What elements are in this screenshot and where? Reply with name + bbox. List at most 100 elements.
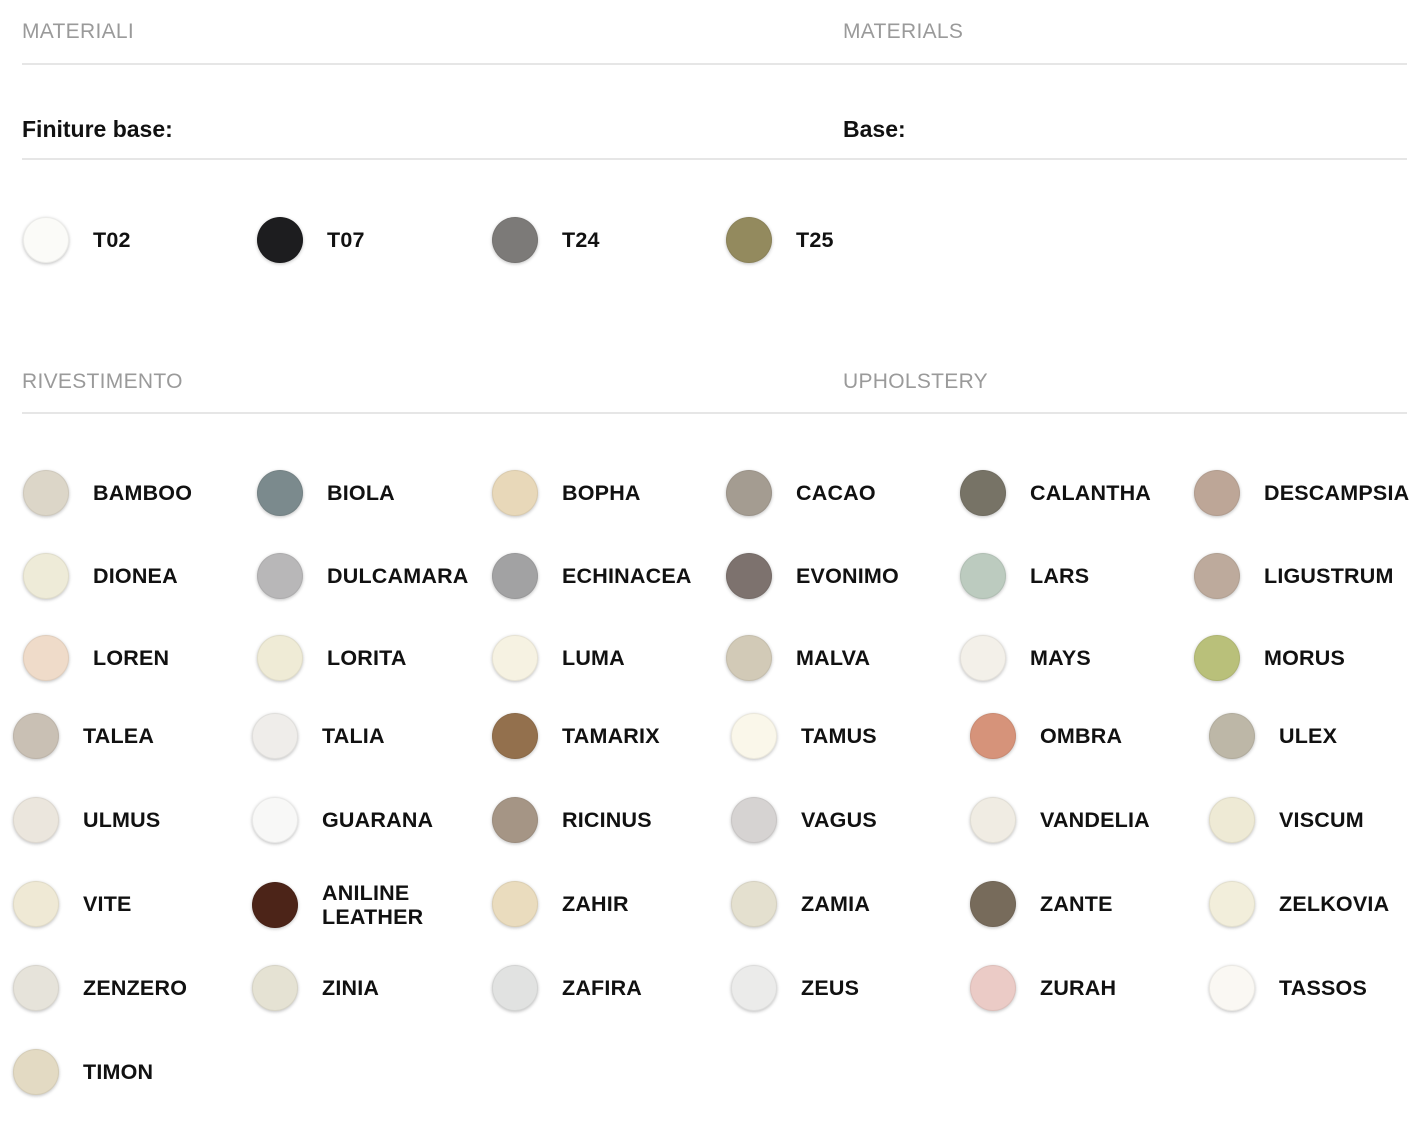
swatch-label: VAGUS: [801, 808, 877, 832]
swatch-label: MAYS: [1030, 646, 1091, 670]
swatch-zenzero[interactable]: ZENZERO: [13, 965, 187, 1011]
swatch-label: LIGUSTRUM: [1264, 564, 1394, 588]
color-swatch-icon: [970, 713, 1016, 759]
swatch-descampsia[interactable]: DESCAMPSIA: [1194, 470, 1409, 516]
swatch-viscum[interactable]: VISCUM: [1209, 797, 1364, 843]
swatch-label: LOREN: [93, 646, 170, 670]
color-swatch-icon: [970, 965, 1016, 1011]
swatch-label: MORUS: [1264, 646, 1346, 670]
swatch-label: T07: [327, 228, 365, 252]
swatch-label: ZAMIA: [801, 892, 871, 916]
swatch-t25[interactable]: T25: [726, 217, 834, 263]
swatch-lars[interactable]: LARS: [960, 553, 1089, 599]
color-swatch-icon: [960, 635, 1006, 681]
swatch-guarana[interactable]: GUARANA: [252, 797, 433, 843]
swatch-label: T24: [562, 228, 600, 252]
swatch-t24[interactable]: T24: [492, 217, 600, 263]
swatch-label: VITE: [83, 892, 132, 916]
color-swatch-icon: [252, 882, 298, 928]
swatch-ulex[interactable]: ULEX: [1209, 713, 1337, 759]
swatch-luma[interactable]: LUMA: [492, 635, 625, 681]
color-swatch-icon: [726, 217, 772, 263]
swatch-vandelia[interactable]: VANDELIA: [970, 797, 1150, 843]
swatch-label: TALIA: [322, 724, 385, 748]
color-swatch-icon: [726, 635, 772, 681]
swatch-zinia[interactable]: ZINIA: [252, 965, 379, 1011]
swatch-malva[interactable]: MALVA: [726, 635, 870, 681]
swatch-label: VISCUM: [1279, 808, 1364, 832]
color-swatch-icon: [731, 797, 777, 843]
materials-title-it: MATERIALI: [22, 20, 134, 43]
swatch-label: TIMON: [83, 1060, 154, 1084]
swatch-zafira[interactable]: ZAFIRA: [492, 965, 642, 1011]
swatch-morus[interactable]: MORUS: [1194, 635, 1345, 681]
color-swatch-icon: [13, 713, 59, 759]
swatch-evonimo[interactable]: EVONIMO: [726, 553, 899, 599]
swatch-cacao[interactable]: CACAO: [726, 470, 876, 516]
swatch-ulmus[interactable]: ULMUS: [13, 797, 160, 843]
swatch-zamia[interactable]: ZAMIA: [731, 881, 870, 927]
swatch-tassos[interactable]: TASSOS: [1209, 965, 1367, 1011]
swatch-zahir[interactable]: ZAHIR: [492, 881, 629, 927]
color-swatch-icon: [1194, 553, 1240, 599]
color-swatch-icon: [252, 797, 298, 843]
swatch-label: ZANTE: [1040, 892, 1113, 916]
color-swatch-icon: [252, 965, 298, 1011]
swatch-label: DULCAMARA: [327, 564, 469, 588]
swatch-bopha[interactable]: BOPHA: [492, 470, 641, 516]
color-swatch-icon: [23, 217, 69, 263]
swatch-zante[interactable]: ZANTE: [970, 881, 1113, 927]
swatch-talia[interactable]: TALIA: [252, 713, 385, 759]
color-swatch-icon: [726, 470, 772, 516]
swatch-tamarix[interactable]: TAMARIX: [492, 713, 660, 759]
materials-title-en: MATERIALS: [843, 20, 964, 43]
swatch-ombra[interactable]: OMBRA: [970, 713, 1122, 759]
color-swatch-icon: [13, 1049, 59, 1095]
color-swatch-icon: [257, 217, 303, 263]
color-swatch-icon: [960, 553, 1006, 599]
swatch-lorita[interactable]: LORITA: [257, 635, 407, 681]
swatch-t07[interactable]: T07: [257, 217, 365, 263]
color-swatch-icon: [23, 553, 69, 599]
color-swatch-icon: [731, 881, 777, 927]
swatch-label: ZINIA: [322, 976, 380, 1000]
swatch-label: T02: [93, 228, 131, 252]
swatch-timon[interactable]: TIMON: [13, 1049, 153, 1095]
color-swatch-icon: [23, 470, 69, 516]
swatch-zurah[interactable]: ZURAH: [970, 965, 1116, 1011]
swatch-dionea[interactable]: DIONEA: [23, 553, 178, 599]
swatch-talea[interactable]: TALEA: [13, 713, 154, 759]
color-swatch-icon: [1194, 635, 1240, 681]
swatch-loren[interactable]: LOREN: [23, 635, 169, 681]
swatch-label: T25: [796, 228, 834, 252]
swatch-ricinus[interactable]: RICINUS: [492, 797, 652, 843]
color-swatch-icon: [13, 881, 59, 927]
swatch-aniline-leather[interactable]: ANILINE LEATHER: [252, 881, 462, 929]
swatch-vagus[interactable]: VAGUS: [731, 797, 877, 843]
upholstery-title-en: UPHOLSTERY: [843, 370, 988, 393]
swatch-label: ZAHIR: [562, 892, 629, 916]
swatch-label: LUMA: [562, 646, 625, 670]
swatch-biola[interactable]: BIOLA: [257, 470, 395, 516]
color-swatch-icon: [1209, 713, 1255, 759]
color-swatch-icon: [492, 797, 538, 843]
swatch-zelkovia[interactable]: ZELKOVIA: [1209, 881, 1389, 927]
swatch-label: LORITA: [327, 646, 407, 670]
swatch-label: DESCAMPSIA: [1264, 481, 1410, 505]
swatch-vite[interactable]: VITE: [13, 881, 132, 927]
swatch-echinacea[interactable]: ECHINACEA: [492, 553, 692, 599]
swatch-ligustrum[interactable]: LIGUSTRUM: [1194, 553, 1394, 599]
color-swatch-icon: [492, 713, 538, 759]
swatch-dulcamara[interactable]: DULCAMARA: [257, 553, 469, 599]
swatch-tamus[interactable]: TAMUS: [731, 713, 877, 759]
swatch-calantha[interactable]: CALANTHA: [960, 470, 1151, 516]
swatch-bamboo[interactable]: BAMBOO: [23, 470, 192, 516]
color-swatch-icon: [1209, 797, 1255, 843]
color-swatch-icon: [1194, 470, 1240, 516]
color-swatch-icon: [492, 881, 538, 927]
base-finishes-title-it: Finiture base:: [22, 116, 173, 142]
swatch-label: ZEUS: [801, 976, 860, 1000]
swatch-mays[interactable]: MAYS: [960, 635, 1091, 681]
swatch-t02[interactable]: T02: [23, 217, 131, 263]
swatch-zeus[interactable]: ZEUS: [731, 965, 859, 1011]
